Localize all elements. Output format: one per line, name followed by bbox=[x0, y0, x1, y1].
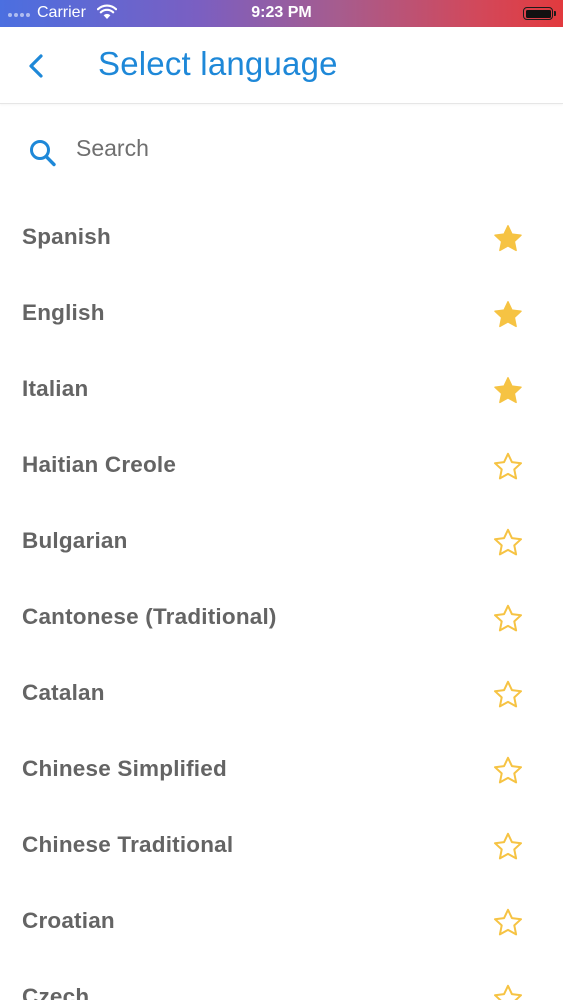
language-name: Chinese Simplified bbox=[22, 756, 227, 781]
clock-time: 9:23 PM bbox=[251, 4, 312, 21]
language-name: Spanish bbox=[22, 224, 111, 249]
star-outline-icon[interactable] bbox=[492, 603, 524, 635]
screen: Carrier 9:23 PM Select language Spanish E… bbox=[0, 0, 563, 1000]
search-bar bbox=[0, 104, 563, 190]
language-row[interactable]: Chinese Simplified bbox=[0, 732, 563, 808]
language-name: Czech bbox=[22, 984, 90, 1000]
nav-header: Select language bbox=[0, 27, 563, 104]
language-row[interactable]: Cantonese (Traditional) bbox=[0, 580, 563, 656]
chevron-left-icon[interactable] bbox=[22, 51, 52, 81]
language-row[interactable]: Bulgarian bbox=[0, 504, 563, 580]
language-name: Bulgarian bbox=[22, 528, 128, 553]
language-name: Haitian Creole bbox=[22, 452, 177, 477]
language-row[interactable]: Italian bbox=[0, 352, 563, 428]
language-row[interactable]: Croatian bbox=[0, 884, 563, 960]
language-name: Catalan bbox=[22, 680, 105, 705]
language-row[interactable]: Chinese Traditional bbox=[0, 808, 563, 884]
star-outline-icon[interactable] bbox=[492, 907, 524, 939]
star-outline-icon[interactable] bbox=[492, 451, 524, 483]
star-outline-icon[interactable] bbox=[492, 679, 524, 711]
battery-icon bbox=[523, 7, 556, 20]
language-name: Croatian bbox=[22, 908, 115, 933]
status-bar: Carrier 9:23 PM bbox=[0, 0, 563, 27]
star-outline-icon[interactable] bbox=[492, 755, 524, 787]
language-name: Italian bbox=[22, 376, 89, 401]
search-input[interactable] bbox=[76, 130, 536, 166]
page-title: Select language bbox=[98, 45, 338, 82]
language-name: Chinese Traditional bbox=[22, 832, 234, 857]
star-filled-icon[interactable] bbox=[492, 375, 524, 407]
language-name: English bbox=[22, 300, 105, 325]
language-row[interactable]: English bbox=[0, 276, 563, 352]
language-row[interactable]: Spanish bbox=[0, 200, 563, 276]
language-row[interactable]: Catalan bbox=[0, 656, 563, 732]
language-list: Spanish English Italian Haitian Creole Bulga… bbox=[0, 200, 563, 1000]
star-filled-icon[interactable] bbox=[492, 223, 524, 255]
star-filled-icon[interactable] bbox=[492, 299, 524, 331]
language-row[interactable]: Haitian Creole bbox=[0, 428, 563, 504]
star-outline-icon[interactable] bbox=[492, 983, 524, 1000]
star-outline-icon[interactable] bbox=[492, 831, 524, 863]
star-outline-icon[interactable] bbox=[492, 527, 524, 559]
search-icon bbox=[30, 140, 56, 167]
language-name: Cantonese (Traditional) bbox=[22, 604, 277, 629]
language-row[interactable]: Czech bbox=[0, 960, 563, 1000]
